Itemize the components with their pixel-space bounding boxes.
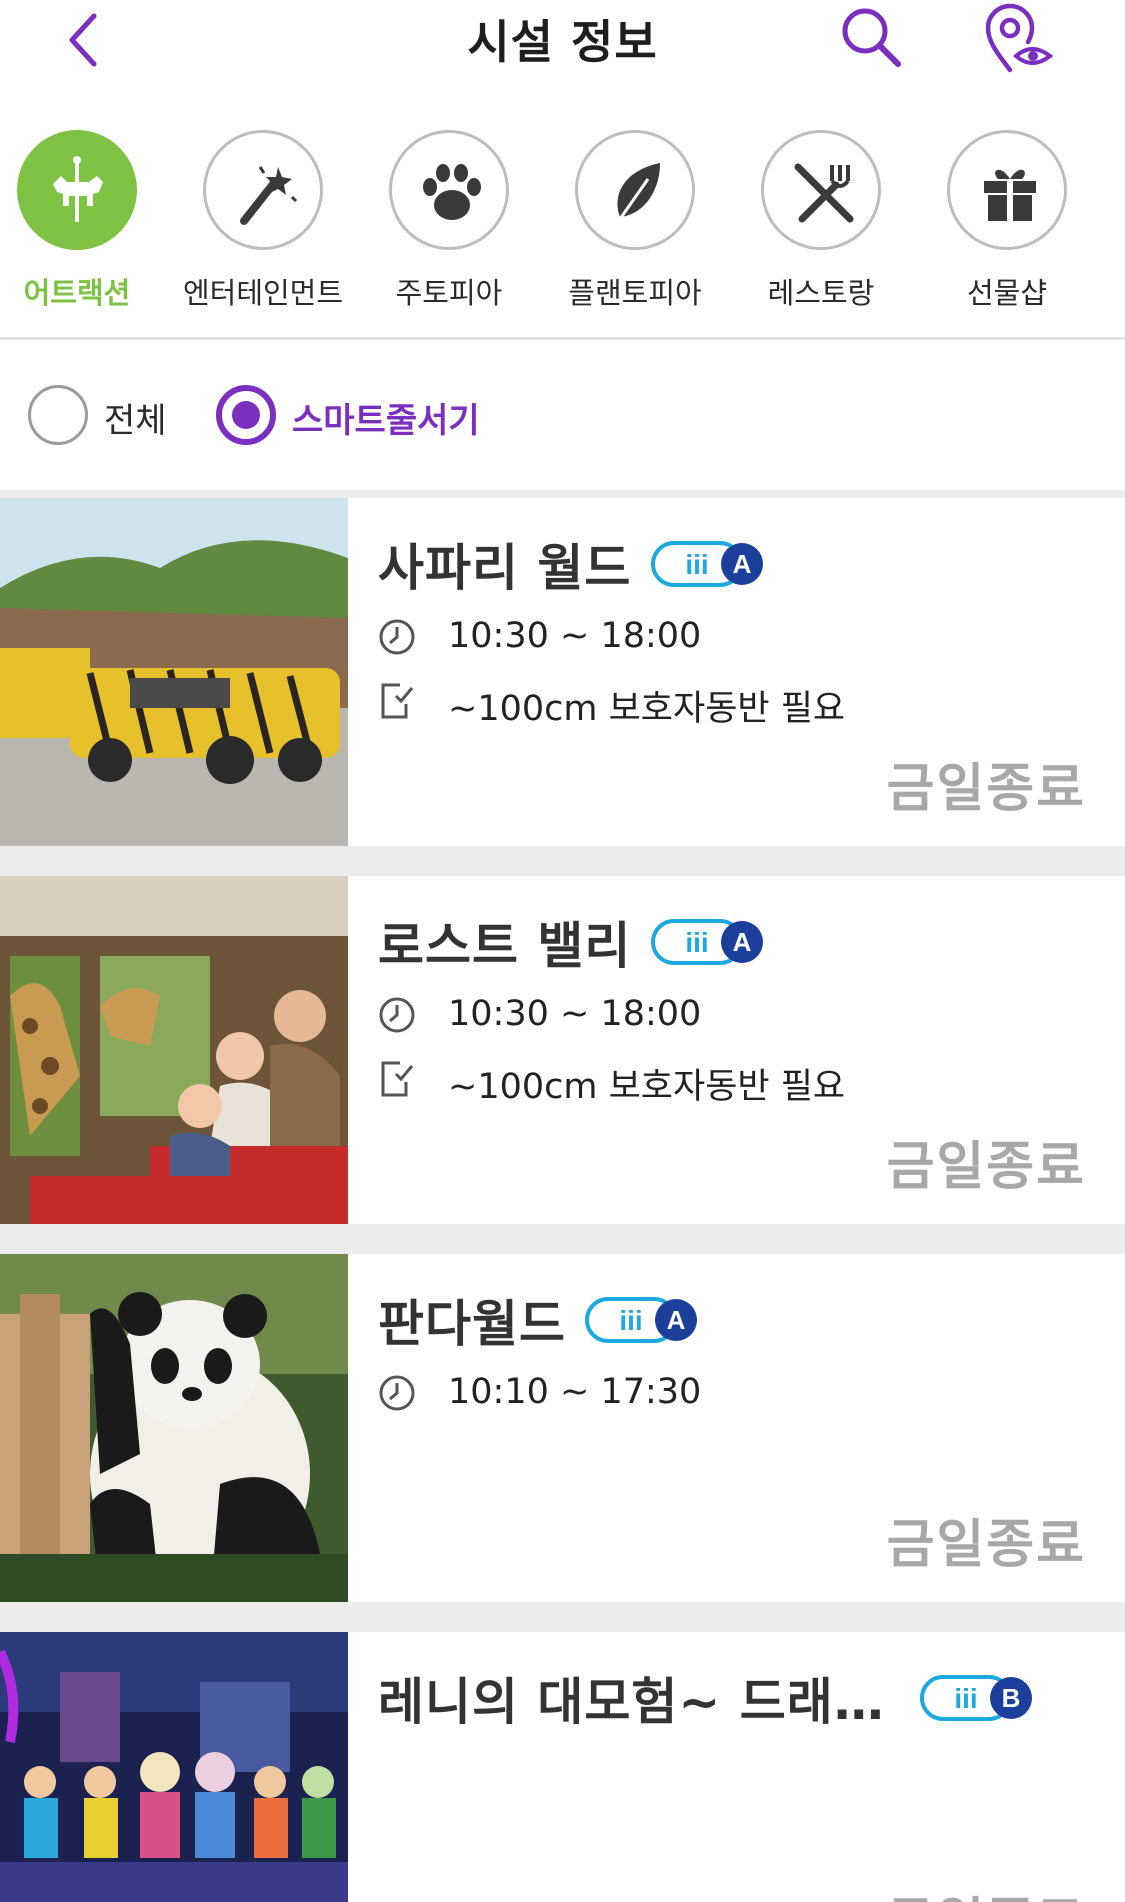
category-icon-circle [203, 130, 323, 250]
facility-name-row: 판다월드 iii A [378, 1284, 699, 1353]
facility-info: 로스트 밸리 iii A 10:30 ~ 18:00 ~100cm 보호자동반 … [378, 876, 1118, 1224]
gift-icon [984, 169, 1036, 221]
status-badge: 금일종료 [886, 1515, 1086, 1575]
search-icon [842, 8, 901, 67]
card-separator [0, 1602, 1125, 1632]
facility-name: 판다월드 [378, 1295, 566, 1353]
category-gift-shop[interactable]: 선물샵 [914, 130, 1100, 320]
radio-circle [28, 385, 88, 445]
safari-truck-photo [0, 498, 348, 846]
paw-icon [423, 164, 481, 220]
facility-image [0, 876, 348, 1224]
category-label: 어트랙션 [23, 276, 131, 310]
category-label: 선물샵 [966, 276, 1048, 310]
category-label: 주토피아 [395, 276, 503, 310]
filter-all-radio[interactable]: 전체 [28, 385, 188, 445]
smart-queue-badge-icon: iii A [585, 1297, 698, 1343]
svg-text:A: A [667, 1305, 686, 1335]
page-title: 시설 정보 [467, 15, 658, 69]
hours-text: 10:10 ~ 17:30 [448, 1372, 702, 1412]
status-badge: 금일종료 [886, 759, 1086, 819]
facility-image [0, 1254, 348, 1602]
divider [0, 490, 1125, 498]
category-entertainment[interactable]: 엔터테인먼트 [170, 130, 356, 320]
panda-photo [0, 1254, 348, 1602]
carousel-horse-icon [53, 156, 103, 222]
top-bar: 시설 정보 [0, 0, 1125, 85]
map-button[interactable] [980, 0, 1056, 76]
radio-label: 전체 [104, 401, 167, 441]
status-badge: 금일종료 [887, 1880, 1086, 1902]
card-separator [0, 1224, 1125, 1254]
status-badge: 금일종료 [886, 1137, 1086, 1197]
svg-text:iii: iii [685, 927, 708, 958]
requirement-text: ~100cm 보호자동반 필요 [448, 1067, 846, 1107]
search-button[interactable] [836, 2, 906, 72]
facility-name: 로스트 밸리 [378, 917, 632, 975]
facility-card[interactable]: 판다월드 iii A 10:10 ~ 17:30 금일종료 [0, 1254, 1125, 1602]
smart-queue-badge-icon: iii A [650, 541, 763, 587]
category-attraction[interactable]: 어트랙션 [0, 130, 170, 320]
svg-text:iii: iii [954, 1683, 977, 1714]
facility-name-row: 사파리 월드 iii A [378, 528, 765, 597]
filter-smart-queue-radio[interactable]: 스마트줄서기 [216, 385, 516, 445]
facility-image [0, 498, 348, 846]
category-icon-circle [17, 130, 137, 250]
queue-filter: 전체 스마트줄서기 [0, 385, 1125, 445]
divider [0, 337, 1125, 340]
facility-name: 사파리 월드 [378, 539, 632, 597]
category-icon-circle [761, 130, 881, 250]
category-tabs: 어트랙션 엔터테인먼트 주토피아 플랜토피아 레스토랑 선물샵 [0, 130, 1125, 335]
category-label: 레스토랑 [767, 276, 875, 310]
map-pin-eye-icon [985, 3, 1054, 73]
hours-text: 10:30 ~ 18:00 [448, 616, 702, 656]
category-label: 플랜토피아 [568, 276, 702, 310]
svg-text:iii: iii [619, 1305, 642, 1336]
radio-label: 스마트줄서기 [292, 401, 480, 441]
checklist-icon [381, 1061, 414, 1097]
magic-wand-icon [240, 166, 298, 225]
clock-icon [379, 619, 415, 655]
category-icon-circle [947, 130, 1067, 250]
svg-text:iii: iii [685, 549, 708, 580]
facility-image [0, 1632, 348, 1902]
facility-info: 판다월드 iii A 10:10 ~ 17:30 금일종료 [378, 1254, 1118, 1602]
category-plantopia[interactable]: 플랜토피아 [542, 130, 728, 320]
svg-text:A: A [732, 927, 751, 957]
fork-knife-icon [794, 163, 854, 223]
facility-info: 레니의 대모험~ 드래… iii B 금일종료 [378, 1632, 1118, 1902]
category-icon-circle [575, 130, 695, 250]
clock-icon [379, 997, 415, 1033]
category-label: 엔터테인먼트 [182, 276, 344, 310]
smart-queue-badge-icon: iii A [650, 919, 763, 965]
facility-name-row: 로스트 밸리 iii A [378, 906, 765, 975]
smart-queue-badge-icon: iii B [919, 1675, 1032, 1721]
stage-show-photo [0, 1632, 348, 1902]
facility-card[interactable]: 사파리 월드 iii A 10:30 ~ 18:00 ~100cm 보호자동반 … [0, 498, 1125, 846]
card-separator [0, 846, 1125, 876]
leaf-icon [617, 163, 660, 220]
hours-text: 10:30 ~ 18:00 [448, 994, 702, 1034]
svg-text:B: B [1001, 1683, 1020, 1713]
svg-text:A: A [732, 549, 751, 579]
facility-card[interactable]: 레니의 대모험~ 드래… iii B 금일종료 [0, 1632, 1125, 1902]
requirement-text: ~100cm 보호자동반 필요 [448, 689, 846, 729]
category-restaurant[interactable]: 레스토랑 [728, 130, 914, 320]
clock-icon [379, 1375, 415, 1411]
facility-name-row: 레니의 대모험~ 드래… iii B [378, 1662, 1034, 1731]
giraffe-bus-photo [0, 876, 348, 1224]
radio-circle [216, 385, 276, 445]
facility-info: 사파리 월드 iii A 10:30 ~ 18:00 ~100cm 보호자동반 … [378, 498, 1118, 846]
facility-card[interactable]: 로스트 밸리 iii A 10:30 ~ 18:00 ~100cm 보호자동반 … [0, 876, 1125, 1224]
facility-name: 레니의 대모험~ 드래… [378, 1673, 885, 1731]
category-zootopia[interactable]: 주토피아 [356, 130, 542, 320]
category-icon-circle [389, 130, 509, 250]
checklist-icon [381, 683, 414, 719]
